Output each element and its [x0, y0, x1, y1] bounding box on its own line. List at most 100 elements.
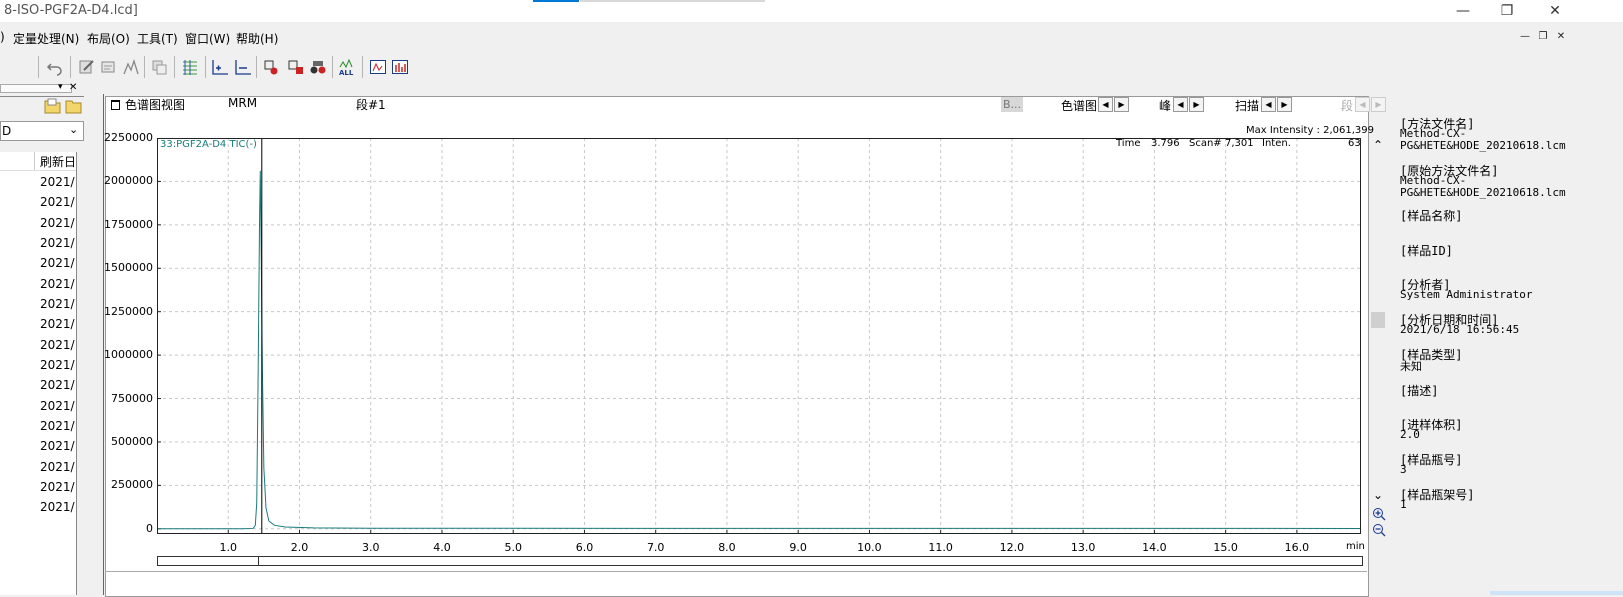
calibration-icon[interactable]: [181, 58, 199, 76]
info-field-value: 未知: [1400, 360, 1422, 373]
left-panel-dropdown[interactable]: D ⌄: [0, 121, 84, 141]
left-panel-dropdown-icon[interactable]: ▾: [58, 82, 63, 92]
column-header-refresh-date[interactable]: 刷新日: [40, 153, 76, 170]
menu-item-window[interactable]: 窗口(W): [185, 30, 230, 47]
segment-next-button[interactable]: ▶: [1371, 97, 1386, 112]
peak-table-icon[interactable]: [122, 58, 140, 76]
peak-search-icon[interactable]: [309, 58, 327, 76]
all-peaks-icon[interactable]: ALL: [338, 58, 356, 76]
reprocess-icon[interactable]: [150, 58, 168, 76]
trace-label: 33:PGF2A-D4 TIC(-): [160, 139, 257, 150]
list-item[interactable]: 2021/: [40, 500, 75, 514]
list-item[interactable]: 2021/: [40, 439, 75, 453]
zoom-out-icon[interactable]: [1372, 523, 1386, 537]
max-intensity: Max Intensity : 2,061,399: [1246, 125, 1374, 136]
list-item[interactable]: 2021/: [40, 236, 75, 250]
list-item[interactable]: 2021/: [40, 480, 75, 494]
range-cursor[interactable]: [258, 557, 259, 565]
x-tick-label: 15.0: [1213, 541, 1238, 554]
list-item[interactable]: 2021/: [40, 297, 75, 311]
list-item[interactable]: 2021/: [40, 256, 75, 270]
list-item[interactable]: 2021/: [40, 175, 75, 189]
toolbar-separator: [174, 56, 175, 78]
left-panel-close-icon[interactable]: ✕: [69, 82, 77, 93]
peak-prev-button[interactable]: ◀: [1173, 97, 1188, 112]
y-tick-label: 500000: [111, 434, 153, 448]
column-divider[interactable]: [34, 152, 35, 170]
zoom-in-icon[interactable]: [1372, 507, 1386, 521]
peak-edit-icon[interactable]: [287, 58, 305, 76]
sample-info-panel: [方法文件名] Method-CX- PG&HETE&HODE_20210618.l…: [1397, 110, 1617, 595]
mdi-restore-icon[interactable]: ❐: [1535, 30, 1551, 44]
frame-left-border: [103, 94, 104, 595]
spectrum-view-icon[interactable]: [391, 58, 409, 76]
chromatogram-plot[interactable]: [157, 138, 1361, 534]
list-item[interactable]: 2021/: [40, 460, 75, 474]
x-axis-unit: min: [1346, 541, 1365, 552]
menu-item-quant[interactable]: 定量处理(N): [13, 30, 79, 47]
segment-prev-button[interactable]: ◀: [1355, 97, 1370, 112]
info-field-value: 1: [1400, 498, 1407, 511]
list-item[interactable]: 2021/: [40, 216, 75, 230]
b-button[interactable]: B...: [1001, 97, 1023, 112]
scan-label: Scan#: [1189, 138, 1222, 149]
menu-bar: ) 定量处理(N) 布局(O) 工具(T) 窗口(W) 帮助(H): [0, 27, 1623, 47]
list-item[interactable]: 2021/: [40, 358, 75, 372]
x-tick-label: 12.0: [999, 541, 1025, 554]
close-icon[interactable]: ✕: [1540, 2, 1570, 20]
edit-params-icon[interactable]: [100, 58, 118, 76]
info-scroll-thumb[interactable]: [1371, 312, 1385, 328]
x-tick-label: 13.0: [1070, 541, 1096, 554]
info-scroll-down-icon[interactable]: ⌄: [1373, 488, 1383, 502]
restore-icon[interactable]: ❐: [1492, 2, 1522, 20]
menu-item-paren[interactable]: ): [0, 30, 5, 44]
chrom-next-button[interactable]: ▶: [1114, 97, 1129, 112]
plot-border: [157, 138, 1361, 534]
mdi-minimize-icon[interactable]: —: [1517, 30, 1533, 44]
time-value: 3.796: [1151, 138, 1180, 149]
mdi-close-icon[interactable]: ✕: [1553, 30, 1569, 44]
title-bar: 8-ISO-PGF2A-D4.lcd] — ❐ ✕: [0, 0, 1623, 22]
list-item[interactable]: 2021/: [40, 195, 75, 209]
info-field-value: 2.0: [1400, 428, 1420, 441]
peak-next-button[interactable]: ▶: [1189, 97, 1204, 112]
menu-item-help[interactable]: 帮助(H): [236, 30, 278, 47]
baseline-icon[interactable]: [234, 58, 252, 76]
chrom-prev-button[interactable]: ◀: [1098, 97, 1113, 112]
chrom-view-icon[interactable]: [369, 58, 387, 76]
list-item[interactable]: 2021/: [40, 277, 75, 291]
list-item[interactable]: 2021/: [40, 317, 75, 331]
svg-text:ALL: ALL: [339, 69, 354, 76]
open-folder-icon[interactable]: [65, 98, 83, 114]
info-scroll-up-icon[interactable]: ⌃: [1373, 138, 1383, 152]
taskbar-hint: [1490, 591, 1623, 595]
trace-layer: [157, 138, 1361, 534]
acquisition-mode: MRM: [228, 96, 258, 110]
list-item[interactable]: 2021/: [40, 419, 75, 433]
toolbar-grip: [38, 56, 39, 78]
scan-nav-label: 扫描: [1235, 99, 1260, 113]
undo-icon[interactable]: [46, 58, 64, 76]
scan-prev-button[interactable]: ◀: [1261, 97, 1276, 112]
x-tick-label: 16.0: [1284, 541, 1310, 554]
toolbar-separator: [144, 56, 145, 78]
menu-item-tools[interactable]: 工具(T): [137, 30, 178, 47]
y-tick-label: 250000: [111, 478, 153, 492]
list-item[interactable]: 2021/: [40, 338, 75, 352]
file-list-header[interactable]: 刷新日: [0, 152, 76, 171]
edit-method-icon[interactable]: [78, 58, 96, 76]
list-item[interactable]: 2021/: [40, 378, 75, 392]
scan-next-button[interactable]: ▶: [1277, 97, 1292, 112]
time-range-bar[interactable]: [157, 556, 1363, 566]
list-item[interactable]: 2021/: [40, 399, 75, 413]
peak-integrate-icon[interactable]: [263, 58, 281, 76]
info-field-label: [样品ID]: [1400, 244, 1453, 258]
minimize-icon[interactable]: —: [1448, 2, 1478, 20]
new-folder-icon[interactable]: [44, 98, 62, 114]
add-baseline-icon[interactable]: [211, 58, 229, 76]
chrom-nav-label: 色谱图: [1061, 99, 1098, 113]
x-tick-label: 14.0: [1142, 541, 1167, 554]
menu-item-layout[interactable]: 布局(O): [87, 30, 130, 47]
y-tick-label: 1000000: [104, 348, 153, 362]
y-tick-label: 2250000: [104, 131, 153, 144]
